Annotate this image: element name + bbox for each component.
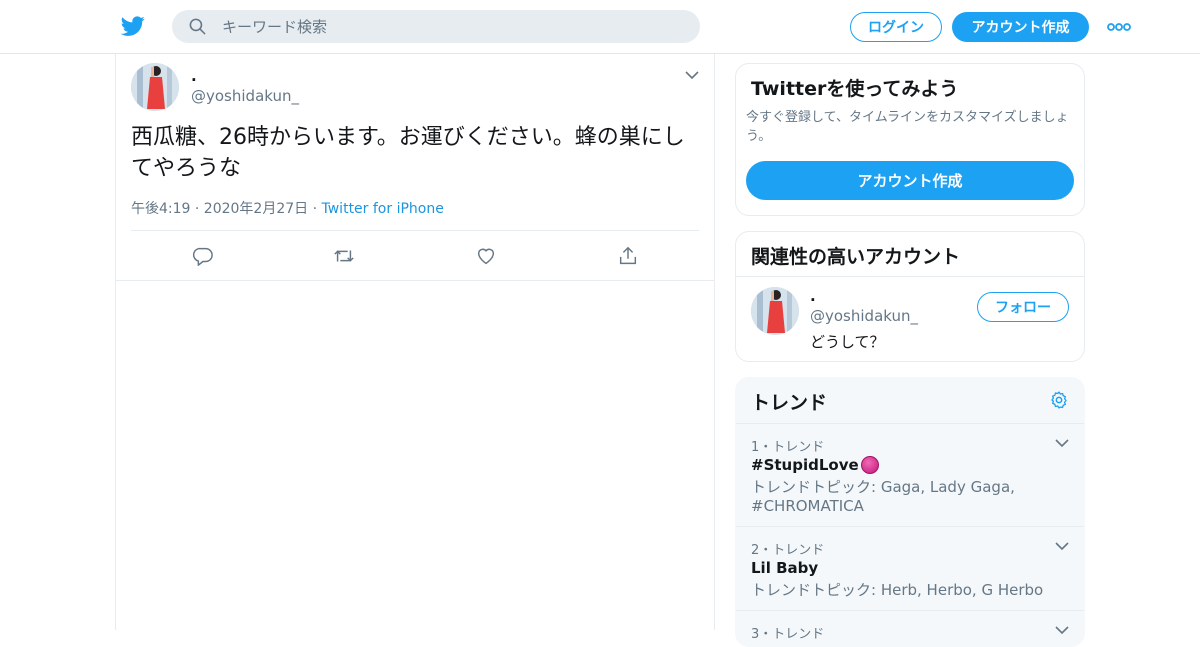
main-column: . @yoshidakun_ 西瓜糖、26時からいます。お運びください。蜂の巣に…: [115, 54, 715, 630]
avatar[interactable]: [751, 287, 799, 335]
chevron-down-icon[interactable]: [1055, 625, 1069, 635]
trend-name[interactable]: #StupidLove: [751, 456, 879, 474]
meta-separator: ·: [308, 201, 322, 217]
trend-item[interactable]: 1・トレンド #StupidLove トレンドトピック: Gaga, Lady …: [736, 424, 1084, 527]
search-icon: [189, 18, 206, 35]
signup-card-title: Twitterを使ってみよう: [751, 78, 959, 100]
divider: [736, 276, 1084, 277]
chevron-down-icon[interactable]: [1055, 541, 1069, 551]
divider: [131, 230, 699, 231]
related-user-handle[interactable]: @yoshidakun_: [810, 307, 918, 325]
tweet-timestamp[interactable]: 午後4:19 · 2020年2月27日: [131, 201, 308, 217]
chevron-down-icon[interactable]: [685, 70, 699, 80]
follow-button[interactable]: フォロー: [977, 292, 1069, 322]
related-display-name[interactable]: .: [810, 287, 816, 305]
like-icon[interactable]: [475, 245, 497, 267]
more-icon[interactable]: [1106, 18, 1132, 36]
related-card-title: 関連性の高いアカウント: [751, 246, 961, 268]
search-input[interactable]: [222, 10, 682, 43]
tweet-card: . @yoshidakun_ 西瓜糖、26時からいます。お運びください。蜂の巣に…: [116, 54, 714, 281]
heart-emoji-icon: [860, 456, 879, 474]
tweet-meta: 午後4:19 · 2020年2月27日 · Twitter for iPhone: [131, 198, 444, 218]
display-name[interactable]: .: [191, 67, 197, 85]
trend-name-text[interactable]: #StupidLove: [751, 456, 859, 474]
top-navigation-bar: ログイン アカウント作成: [0, 0, 1200, 54]
tweet-text: 西瓜糖、26時からいます。お運びください。蜂の巣にしてやろうな: [131, 125, 685, 181]
trend-item[interactable]: 3・トレンド: [736, 611, 1084, 646]
trend-rank: 3・トレンド: [751, 627, 825, 642]
trends-title: トレンド: [751, 392, 828, 414]
settings-gear-icon[interactable]: [1049, 390, 1069, 410]
trend-topic: トレンドトピック: Gaga, Lady Gaga, #CHROMATICA: [751, 478, 1015, 515]
search-bar[interactable]: [172, 10, 700, 43]
signup-prompt-card: Twitterを使ってみよう 今すぐ登録して、タイムラインをカスタマイズしましょ…: [735, 63, 1085, 216]
signup-card-description: 今すぐ登録して、タイムラインをカスタマイズしましょう。: [746, 110, 1069, 144]
twitter-bird-icon[interactable]: [120, 14, 146, 38]
user-handle[interactable]: @yoshidakun_: [191, 87, 299, 105]
tweet-source-link[interactable]: Twitter for iPhone: [322, 201, 444, 217]
share-icon[interactable]: [617, 245, 639, 267]
trend-name[interactable]: Lil Baby: [751, 559, 818, 577]
related-user-bio: どうして？: [810, 333, 885, 351]
create-account-button[interactable]: アカウント作成: [746, 161, 1074, 200]
chevron-down-icon[interactable]: [1055, 438, 1069, 448]
trend-item[interactable]: 2・トレンド Lil Baby トレンドトピック: Herb, Herbo, G…: [736, 527, 1084, 611]
signup-button[interactable]: アカウント作成: [952, 12, 1089, 42]
avatar[interactable]: [131, 63, 179, 111]
trend-topic: トレンドトピック: Herb, Herbo, G Herbo: [751, 581, 1044, 599]
reply-icon[interactable]: [191, 245, 213, 267]
trend-rank: 1・トレンド: [751, 440, 825, 455]
retweet-icon[interactable]: [333, 245, 355, 267]
related-accounts-card: 関連性の高いアカウント . @yoshidakun_ どうして？ フォロー: [735, 231, 1085, 362]
trend-rank: 2・トレンド: [751, 543, 825, 558]
trends-card: トレンド 1・トレンド #StupidLove トレンドトピック: Gaga, …: [735, 377, 1085, 647]
login-button[interactable]: ログイン: [850, 12, 942, 42]
